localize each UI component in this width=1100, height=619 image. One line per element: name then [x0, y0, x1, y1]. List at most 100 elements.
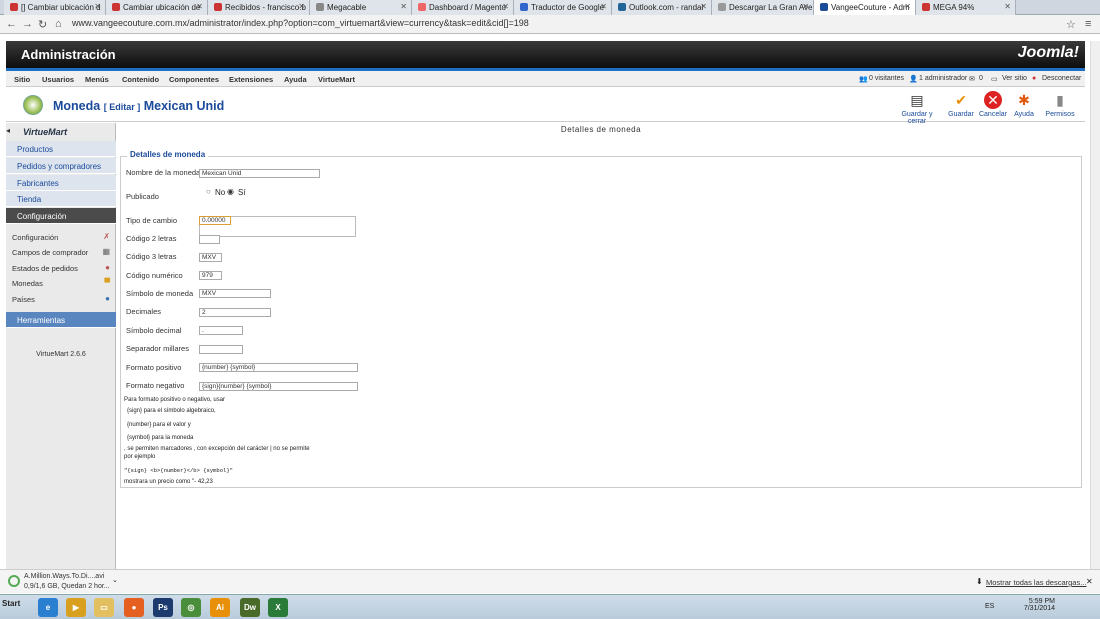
menu-menus[interactable]: Menús: [85, 75, 109, 84]
star-icon[interactable]: ☆: [1066, 18, 1076, 31]
menu-ayuda[interactable]: Ayuda: [284, 75, 307, 84]
clock-date: 7/31/2014: [1023, 605, 1055, 612]
currency-fieldset: Nombre de la moneda Mexican Unid Publica…: [120, 156, 1082, 488]
menu-componentes[interactable]: Componentes: [169, 75, 219, 84]
help-button[interactable]: ✱ Ayuda: [1010, 91, 1038, 121]
thousands-input[interactable]: [199, 345, 243, 354]
browser-tab[interactable]: Cambiar ubicación de ✕: [106, 0, 208, 15]
dreamweaver-icon[interactable]: Dw: [240, 598, 260, 617]
reload-icon[interactable]: ↻: [38, 18, 47, 31]
ie-icon[interactable]: e: [38, 598, 58, 617]
logout-link[interactable]: Desconectar: [1042, 75, 1081, 82]
close-icon[interactable]: ✕: [1004, 2, 1011, 11]
sidebar-item-pedidos[interactable]: Pedidos y compradores: [6, 158, 116, 174]
messages-count[interactable]: 0: [979, 75, 983, 82]
menu-contenido[interactable]: Contenido: [122, 75, 159, 84]
mail-icon: ✉: [969, 76, 975, 83]
menu-extensiones[interactable]: Extensiones: [229, 75, 273, 84]
start-button[interactable]: Start: [2, 599, 20, 608]
save-button[interactable]: ✔ Guardar: [946, 91, 976, 121]
browser-tab[interactable]: Recibidos - francisco.b ✕: [208, 0, 310, 15]
browser-tab[interactable]: [] Cambiar ubicación d ✕: [4, 0, 106, 15]
sidebar-item-tienda[interactable]: Tienda: [6, 191, 116, 207]
decimals-input[interactable]: 2: [199, 308, 271, 317]
sidebar-sub-estados[interactable]: Estados de pedidos ●: [12, 263, 116, 278]
radio-no[interactable]: ○: [206, 187, 211, 196]
close-icon[interactable]: ✕: [94, 2, 101, 11]
negative-format-input[interactable]: {sign}{number} {symbol}: [199, 382, 358, 391]
close-icon[interactable]: ✕: [904, 2, 911, 11]
page-scrollbar[interactable]: [1090, 41, 1100, 569]
sidebar-item-productos[interactable]: Productos: [6, 141, 116, 157]
browser-tab-active[interactable]: VangeeCouture - Adm ✕: [814, 0, 916, 15]
browser-tab[interactable]: Megacable ✕: [310, 0, 412, 15]
cancel-button[interactable]: ✕ Cancelar: [978, 91, 1008, 121]
collapse-arrow-icon[interactable]: ◂: [6, 126, 10, 135]
menu-icon[interactable]: ≡: [1085, 18, 1091, 30]
close-icon[interactable]: ✕: [1086, 577, 1093, 586]
page-toolbar: Moneda [ Editar ] Mexican Unid ▤ Guardar …: [6, 88, 1085, 125]
symbol-input[interactable]: MXV: [199, 289, 271, 298]
close-icon[interactable]: ✕: [700, 2, 707, 11]
show-all-downloads-link[interactable]: Mostrar todas las descargas...: [986, 578, 1086, 587]
home-icon[interactable]: ⌂: [55, 18, 62, 30]
folder-icon[interactable]: ▭: [94, 598, 114, 617]
close-icon[interactable]: ✕: [400, 2, 407, 11]
sidebar-sub-campos[interactable]: Campos de comprador ▦: [12, 247, 116, 262]
visitors-icon: 👥: [859, 76, 868, 83]
url-input[interactable]: www.vangeecouture.com.mx/administrator/i…: [72, 18, 1072, 31]
numcode-input[interactable]: 979: [199, 271, 222, 280]
view-site-link[interactable]: Ver sitio: [1002, 75, 1027, 82]
menu-sitio[interactable]: Sitio: [14, 75, 30, 84]
sidebar-sub-configuracion[interactable]: Configuración ✗: [12, 232, 116, 247]
forward-icon[interactable]: →: [22, 18, 33, 30]
sidebar-item-configuracion[interactable]: Configuración: [6, 208, 116, 224]
close-icon[interactable]: ✕: [196, 2, 203, 11]
rate-input[interactable]: 0.00000: [199, 216, 231, 225]
sidebar-item-fabricantes[interactable]: Fabricantes: [6, 175, 116, 191]
admin-header: Administración Joomla!: [6, 41, 1085, 68]
photoshop-icon[interactable]: Ps: [153, 598, 173, 617]
name-input[interactable]: Mexican Unid: [199, 169, 320, 178]
system-clock[interactable]: 5:59 PM 7/31/2014: [1024, 598, 1055, 612]
chrome-icon[interactable]: ◎: [181, 598, 201, 617]
save-close-button[interactable]: ▤ Guardar y cerrar: [892, 91, 942, 125]
sidebar-item-herramientas[interactable]: Herramientas: [6, 312, 116, 328]
illustrator-icon[interactable]: Ai: [210, 598, 230, 617]
decimal-symbol-input[interactable]: .: [199, 326, 243, 335]
back-icon[interactable]: ←: [6, 18, 17, 30]
gmail-icon: [214, 3, 222, 11]
chevron-down-icon[interactable]: ⌄: [112, 576, 118, 584]
permissions-button[interactable]: ▮ Permisos: [1042, 91, 1078, 121]
excel-icon[interactable]: X: [268, 598, 288, 617]
radio-yes[interactable]: ◉: [227, 187, 234, 196]
close-icon[interactable]: ✕: [502, 2, 509, 11]
browser-tab[interactable]: Outlook.com - randal ✕: [612, 0, 712, 15]
section-heading: Detalles de moneda: [560, 125, 642, 134]
admin-title: Administración: [21, 47, 116, 62]
browser-tab[interactable]: MEGA 94% ✕: [916, 0, 1016, 15]
language-indicator[interactable]: ES: [985, 603, 994, 610]
sub-label: Países: [12, 295, 35, 304]
browser-tab[interactable]: Descargar La Gran Ave ✕: [712, 0, 814, 15]
code2-input[interactable]: [199, 235, 220, 244]
browser-tab[interactable]: Traductor de Google ✕: [514, 0, 612, 15]
code3-input[interactable]: MXV: [199, 253, 222, 262]
close-icon[interactable]: ✕: [298, 2, 305, 11]
sub-label: Estados de pedidos: [12, 264, 78, 273]
menu-usuarios[interactable]: Usuarios: [42, 75, 74, 84]
status-icon: ●: [105, 263, 110, 272]
download-arrow-icon: ⬇: [976, 577, 983, 586]
outlook-icon: [618, 3, 626, 11]
sidebar-sub-paises[interactable]: Países ●: [12, 294, 116, 309]
positive-format-input[interactable]: {number} {symbol}: [199, 363, 358, 372]
close-icon[interactable]: ✕: [600, 2, 607, 11]
media-player-icon[interactable]: ▶: [66, 598, 86, 617]
close-icon[interactable]: ✕: [802, 2, 809, 11]
download-status: 0,9/1,6 GB, Quedan 2 hor...: [24, 583, 110, 590]
sidebar-sub-monedas[interactable]: Monedas ▀: [12, 278, 116, 293]
tab-label: MEGA 94%: [933, 3, 975, 12]
firefox-icon[interactable]: ●: [124, 598, 144, 617]
browser-tab[interactable]: Dashboard / Magento ✕: [412, 0, 514, 15]
menu-virtuemart[interactable]: VirtueMart: [318, 75, 355, 84]
